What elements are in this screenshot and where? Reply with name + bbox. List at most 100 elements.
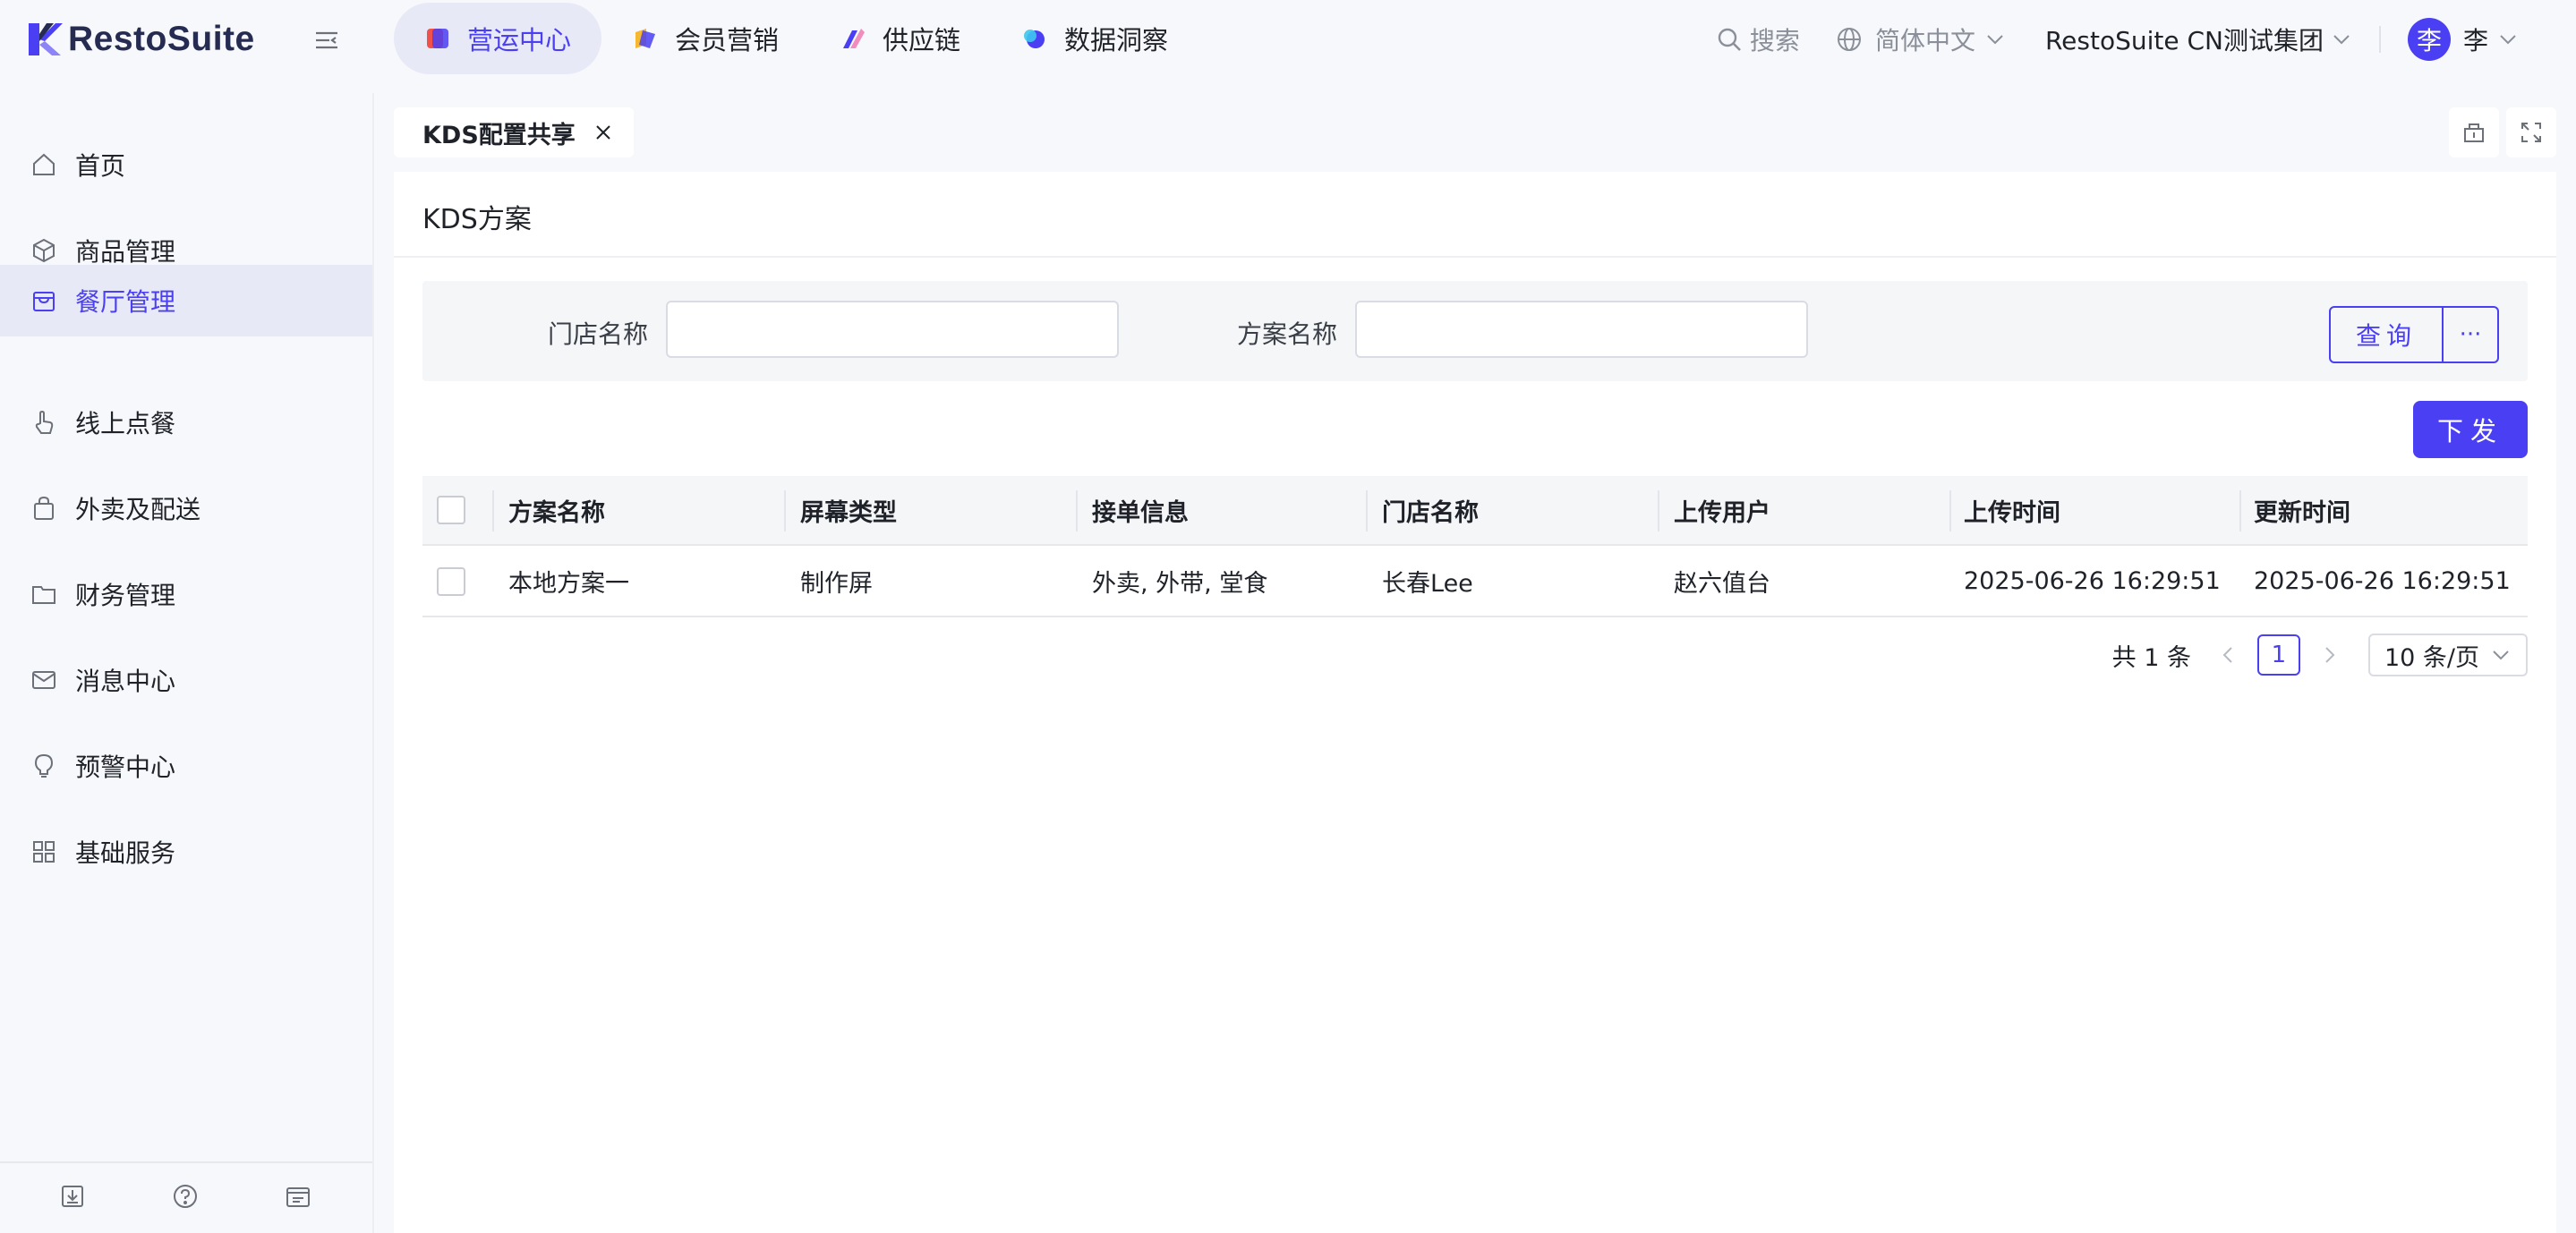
table-cell: 制作屏 [800, 569, 873, 598]
page-size-label: 10 条/页 [2384, 643, 2479, 672]
sidebar-item-finance[interactable]: 财务管理 [0, 558, 372, 630]
sidebar-item-label: 外卖及配送 [75, 495, 201, 524]
table-cell: 本地方案一 [508, 569, 629, 598]
column-header: 屏幕类型 [800, 498, 897, 527]
sidebar-item-label: 基础服务 [75, 838, 176, 868]
grid-icon [33, 841, 55, 863]
chevron-down-icon [2333, 35, 2350, 45]
query-button-group: 查询 ··· [2329, 306, 2499, 363]
table-header: 方案名称 屏幕类型 接单信息 门店名称 上传用户 上传时间 更新时间 [422, 476, 2528, 546]
close-icon[interactable] [594, 123, 612, 141]
logo[interactable]: RestoSuite [27, 20, 255, 59]
chevron-left-icon[interactable] [2216, 642, 2241, 668]
bag-icon [34, 496, 54, 520]
fullscreen-button[interactable] [2506, 107, 2556, 157]
sidebar-item-label: 预警中心 [75, 753, 176, 782]
plan-name-input[interactable] [1355, 301, 1808, 358]
search-label: 搜索 [1749, 26, 1800, 55]
download-icon[interactable] [59, 1183, 86, 1210]
column-header: 更新时间 [2254, 498, 2350, 527]
cube-icon [33, 238, 55, 263]
logo-text: RestoSuite [68, 20, 255, 58]
folder-icon [32, 586, 55, 604]
column-divider [492, 490, 494, 531]
page-title: KDS方案 [422, 204, 532, 235]
select-all-checkbox[interactable] [437, 496, 465, 524]
tab-kds-config[interactable]: KDS配置共享 [394, 107, 634, 157]
search-icon [1718, 28, 1741, 51]
row-checkbox[interactable] [437, 567, 465, 596]
operations-icon [424, 25, 451, 52]
topnav-label: 数据洞察 [1064, 25, 1169, 55]
column-divider [2239, 490, 2241, 531]
column-header: 门店名称 [1382, 498, 1479, 527]
column-divider [1076, 490, 1078, 531]
table-cell: 外卖, 外带, 堂食 [1092, 569, 1268, 598]
topnav-supply-chain[interactable]: 供应链 [809, 3, 991, 74]
topnav-label: 会员营销 [675, 25, 780, 55]
sidebar-item-label: 线上点餐 [75, 409, 176, 438]
help-icon[interactable] [172, 1183, 199, 1210]
sidebar-footer [0, 1161, 372, 1233]
sidebar-item-label: 首页 [75, 151, 126, 181]
issue-button[interactable]: 下发 [2413, 401, 2528, 458]
sidebar: 首页 商品管理 餐厅管理 线上点餐 外卖及配送 财务管理 消息中心 预警中心 基… [0, 93, 374, 1233]
sidebar-item-home[interactable]: 首页 [0, 129, 372, 200]
header-divider [2378, 26, 2381, 53]
sidebar-item-label: 消息中心 [75, 667, 176, 696]
table-cell: 2025-06-26 16:29:51 [1964, 566, 2221, 595]
user-name: 李 [2462, 26, 2488, 55]
column-divider [784, 490, 786, 531]
language-label: 简体中文 [1874, 26, 1975, 55]
supply-chain-icon [840, 25, 866, 52]
member-marketing-icon [632, 25, 659, 52]
column-header: 方案名称 [508, 498, 605, 527]
globe-icon [1837, 28, 1861, 51]
topnav-data-insight[interactable]: 数据洞察 [991, 3, 1198, 74]
top-header: RestoSuite 营运中心 会员营销 供应链 数据洞察 搜索 简体中文 Re… [0, 0, 2576, 93]
fullscreen-icon [2521, 123, 2541, 142]
column-header: 上传用户 [1674, 498, 1770, 527]
user-menu[interactable]: 李 李 [2407, 18, 2519, 61]
column-header: 接单信息 [1092, 498, 1189, 527]
page-number[interactable]: 1 [2256, 634, 2300, 676]
language-switcher[interactable]: 简体中文 [1836, 21, 2006, 57]
group-switcher[interactable]: RestoSuite CN测试集团 [2045, 21, 2352, 57]
sidebar-item-messages[interactable]: 消息中心 [0, 644, 372, 716]
column-divider [1949, 490, 1951, 531]
topnav-member-marketing[interactable]: 会员营销 [601, 3, 809, 74]
mail-icon [32, 671, 55, 689]
table-cell: 长春Lee [1382, 569, 1473, 598]
home-icon [33, 153, 55, 175]
store-name-label: 门店名称 [548, 319, 649, 349]
sidebar-item-online-order[interactable]: 线上点餐 [0, 387, 372, 458]
table-cell: 赵六值台 [1674, 569, 1770, 598]
chevron-down-icon [2493, 651, 2509, 660]
tab-label: KDS配置共享 [422, 121, 576, 149]
table-row[interactable]: 本地方案一 制作屏 外卖, 外带, 堂食 长春Lee 赵六值台 2025-06-… [422, 546, 2528, 617]
sidebar-item-delivery[interactable]: 外卖及配送 [0, 472, 372, 544]
top-nav: 营运中心 会员营销 供应链 数据洞察 [394, 0, 1198, 77]
tab-home-button[interactable] [2449, 107, 2499, 157]
pagination-total: 共 1 条 [2111, 643, 2191, 672]
sidebar-item-basic-services[interactable]: 基础服务 [0, 816, 372, 888]
chevron-right-icon[interactable] [2316, 642, 2341, 668]
topnav-label: 营运中心 [467, 25, 572, 55]
building-icon [2464, 123, 2484, 142]
sidebar-item-label: 商品管理 [75, 237, 176, 267]
chevron-down-icon [2500, 35, 2516, 45]
sidebar-item-restaurant[interactable]: 餐厅管理 [0, 265, 372, 336]
terminal-icon[interactable] [285, 1183, 311, 1210]
query-button[interactable]: 查询 [2331, 308, 2444, 361]
page-size-select[interactable]: 10 条/页 [2367, 634, 2528, 676]
restosuite-logo-icon [29, 23, 63, 55]
sidebar-collapse-icon[interactable] [313, 27, 340, 54]
header-right: 搜索 简体中文 RestoSuite CN测试集团 李 李 [1716, 0, 2576, 79]
sidebar-item-alerts[interactable]: 预警中心 [0, 730, 372, 802]
store-name-input[interactable] [666, 301, 1119, 358]
table-cell: 2025-06-26 16:29:51 [2254, 566, 2511, 595]
more-filters-button[interactable]: ··· [2444, 308, 2497, 361]
header-search[interactable]: 搜索 [1716, 21, 1800, 57]
topnav-operations[interactable]: 营运中心 [394, 3, 602, 74]
filter-bar: 门店名称 方案名称 查询 ··· [422, 281, 2528, 381]
